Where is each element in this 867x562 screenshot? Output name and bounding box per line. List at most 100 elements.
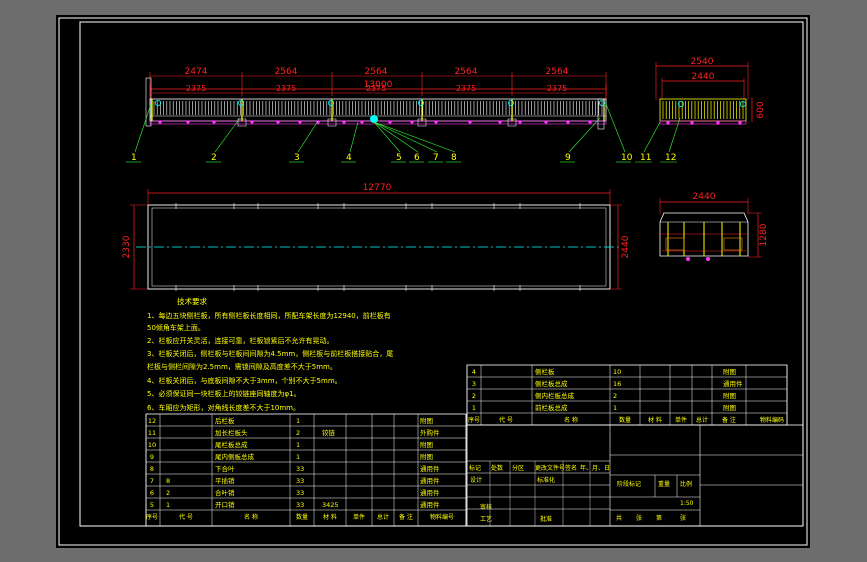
balloon-label: 11 xyxy=(640,153,651,163)
tech-req-line-1: 1、每边五块侧栏板，所有侧栏板长度相同，所配车架长度为12940，前栏板有 xyxy=(147,311,391,320)
bom-row-note: 附图 xyxy=(723,391,736,400)
scale-label: 比例 xyxy=(680,480,692,488)
bom-header-qty: 数量 xyxy=(619,416,631,424)
bom-row-name: 合叶销 xyxy=(215,488,235,497)
bom-row-note: 附图 xyxy=(420,416,433,425)
balloon-label: 12 xyxy=(665,153,676,163)
balloon-label: 1 xyxy=(131,153,137,163)
balloon-label: 5 xyxy=(396,153,402,163)
inner-dim-3: 2375 xyxy=(366,84,386,93)
hinge-node xyxy=(212,120,216,124)
bom-header-material: 材 料 xyxy=(323,513,337,521)
bom-row-name: 尾内侧板总成 xyxy=(215,452,255,461)
tech-req-line-6: 4、栏板关闭后，与底板间隙不大于3mm，个别不大于5mm。 xyxy=(147,376,342,385)
tech-req-line-7: 5、必须保证同一块栏板上的铰链座同轴度为φ1。 xyxy=(147,389,301,398)
end-inner-width-dim: 2440 xyxy=(692,72,715,82)
hinge-node xyxy=(468,120,472,124)
balloon-label: 9 xyxy=(565,153,571,163)
bom-header-name: 名 称 xyxy=(564,416,578,424)
segment-dim-4: 2564 xyxy=(455,67,478,77)
hinge-node xyxy=(342,120,346,124)
hinge-node xyxy=(434,120,438,124)
bom-row-qty: 33 xyxy=(296,477,304,485)
hinge-node xyxy=(360,120,364,124)
bom-row-name: 平插销 xyxy=(215,476,235,485)
end-outer-width-dim: 2540 xyxy=(691,57,714,67)
tech-req-line-2: 50倾角车架上面。 xyxy=(147,323,205,332)
tech-req-title: 技术要求 xyxy=(177,296,207,306)
bom-row-note: 通用件 xyxy=(420,500,440,509)
change-zone-label: 分区 xyxy=(512,464,524,472)
inner-dim-4: 2375 xyxy=(456,84,476,93)
tech-req-line-8: 6、车厢应为矩形，对角线长度差不大于10mm。 xyxy=(147,403,300,412)
cad-viewport[interactable]: 13000 2474 2564 2564 2564 2564 2375 2375… xyxy=(0,0,867,562)
bom-row-name: 后栏板 xyxy=(215,416,235,425)
weight-label: 重量 xyxy=(658,480,670,488)
sheet-no-unit: 张 xyxy=(680,514,686,522)
bom-row-qty: 33 xyxy=(296,465,304,473)
bom-row-material: 铰链 xyxy=(322,428,336,437)
hinge-node xyxy=(544,120,548,124)
balloon-label: 8 xyxy=(451,153,457,163)
bom-row-qty: 33 xyxy=(296,501,304,509)
balloon-label: 3 xyxy=(294,153,300,163)
bom-header-note: 备 注 xyxy=(722,416,736,424)
bom-row-note: 通用件 xyxy=(420,476,440,485)
hinge-node xyxy=(410,120,414,124)
change-file-label: 更改文件号 xyxy=(535,464,565,472)
bom-header-total-weight: 总计 xyxy=(696,416,708,424)
bom-row-code: 2 xyxy=(166,489,170,497)
bom-row-note: 通用件 xyxy=(420,464,440,473)
hinge-node xyxy=(186,120,190,124)
bom-row-material: 3425 xyxy=(322,501,339,509)
hinge-node xyxy=(158,120,162,124)
title-review-label: 审核 xyxy=(480,503,492,511)
bom-row-no: 11 xyxy=(148,429,156,437)
bom-row-name: 侧栏板总成 xyxy=(535,379,568,388)
change-count-label: 处数 xyxy=(491,464,503,472)
segment-dim-2: 2564 xyxy=(275,67,298,77)
balloon-label: 2 xyxy=(211,153,217,163)
bom-header-material: 材 料 xyxy=(648,416,662,424)
bom-header-unit-weight: 单件 xyxy=(675,416,687,424)
segment-dim-3: 2564 xyxy=(365,67,388,77)
bom-row-no: 4 xyxy=(472,368,476,376)
hinge-node xyxy=(388,120,392,124)
bom-header-total-weight: 总计 xyxy=(377,513,389,521)
bom-row-name: 尾栏板总成 xyxy=(215,440,248,449)
bom-header-no: 序号 xyxy=(146,513,158,521)
section-width-dim: 2440 xyxy=(693,192,716,202)
sheet-total-unit: 张 xyxy=(636,514,642,522)
bom-row-name: 侧栏板 xyxy=(535,367,555,376)
tech-req-line-3: 2、栏板应开关灵活，连接可靠，栏板锁紧后不允许有晃动。 xyxy=(147,336,333,345)
inner-dim-5: 2375 xyxy=(547,84,567,93)
bom-row-note: 通用件 xyxy=(420,488,440,497)
bom-row-name: 开口销 xyxy=(215,500,235,509)
bom-row-no: 3 xyxy=(472,380,476,388)
bom-row-no: 9 xyxy=(150,453,154,461)
hinge-node xyxy=(276,120,280,124)
section-height-dim: 1280 xyxy=(759,223,769,246)
bom-header-no: 序号 xyxy=(468,416,480,424)
bom-header-part-code: 物料编码 xyxy=(760,416,784,424)
end-height-dim: 600 xyxy=(756,101,766,118)
bom-row-no: 5 xyxy=(150,501,154,509)
bom-row-note: 附图 xyxy=(420,440,433,449)
bom-row-no: 1 xyxy=(472,404,476,412)
plan-width-left-dim: 2330 xyxy=(122,235,132,258)
bom-row-note: 外购件 xyxy=(420,428,440,437)
bom-row-note: 附图 xyxy=(723,403,736,412)
hinge-node xyxy=(588,120,592,124)
bom-row-qty: 1 xyxy=(296,453,300,461)
bom-header-unit-weight: 单件 xyxy=(353,513,365,521)
bom-row-code: 8 xyxy=(166,477,170,485)
bom-row-qty: 1 xyxy=(296,441,300,449)
bom-header-code: 代 号 xyxy=(499,416,513,424)
bom-row-qty: 2 xyxy=(613,392,617,400)
bom-row-name: 下合叶 xyxy=(215,464,235,473)
bom-row-name: 加长栏板头 xyxy=(215,428,248,437)
change-sign-label: 签名 xyxy=(565,464,577,472)
bom-header-note: 备 注 xyxy=(399,513,413,521)
bom-row-code: 1 xyxy=(166,501,170,509)
hinge-node xyxy=(298,120,302,124)
